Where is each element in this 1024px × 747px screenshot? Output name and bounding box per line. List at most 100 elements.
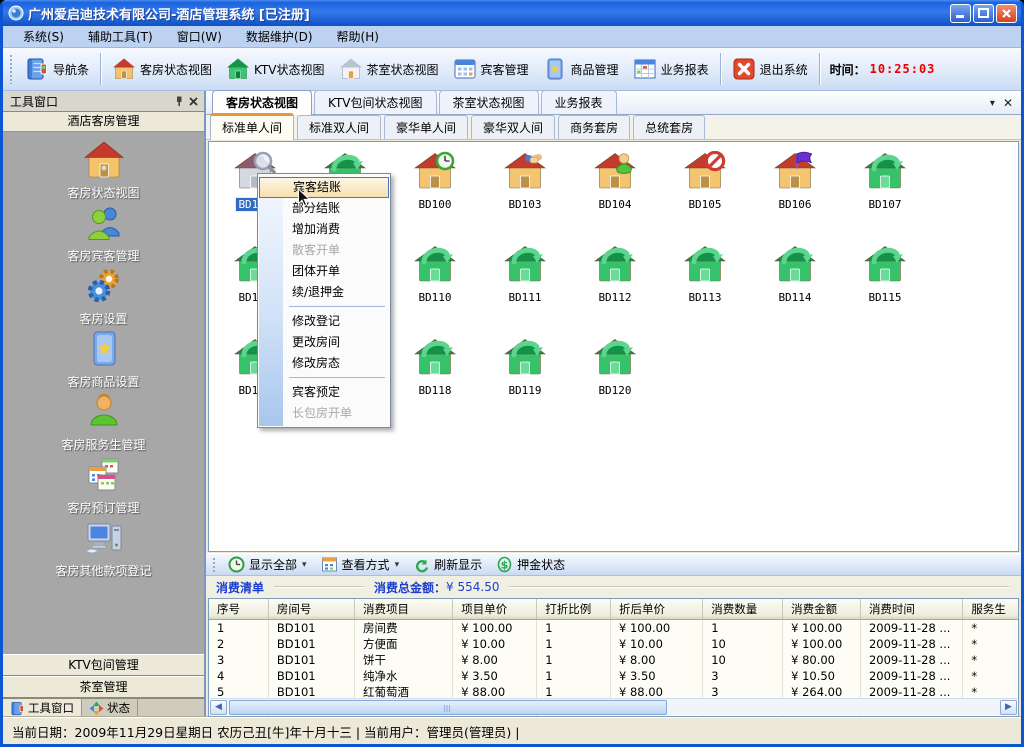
table-cell: ¥ 8.00	[611, 652, 703, 668]
view-tab-business-report[interactable]: 业务报表	[541, 90, 617, 114]
context-menu-item-partial-checkout[interactable]: 部分结账	[259, 198, 389, 219]
view-tab-ktv-room-status-view[interactable]: KTV包间状态视图	[314, 90, 436, 114]
room-bd120[interactable]: BD120	[585, 337, 645, 397]
context-menu-item-guest-checkout[interactable]: 宾客结账	[259, 177, 389, 198]
column-header[interactable]: 消费时间	[860, 599, 962, 620]
toolbar-button-guest-mgmt[interactable]: 宾客管理	[446, 54, 536, 84]
room-bd118[interactable]: BD118	[405, 337, 465, 397]
context-menu-item-modify-registration[interactable]: 修改登记	[259, 311, 389, 332]
context-menu-item-modify-room-status[interactable]: 修改房态	[259, 353, 389, 374]
room-bd113[interactable]: BD113	[675, 244, 735, 304]
toolbar-button-tea-status-view[interactable]: 茶室状态视图	[332, 54, 446, 84]
view-tab-tea-status-view[interactable]: 茶室状态视图	[439, 90, 539, 114]
sidebar-item-room-settings[interactable]: 客房设置	[3, 266, 204, 329]
maximize-button[interactable]	[973, 4, 994, 23]
context-menu-item-guest-reservation[interactable]: 宾客预定	[259, 382, 389, 403]
sidebar-tab-tool-window[interactable]: 工具窗口	[3, 699, 82, 717]
pin-icon[interactable]	[172, 94, 186, 108]
sidebar-item-room-waiter-mgmt[interactable]: 客房服务生管理	[3, 392, 204, 455]
column-header[interactable]: 折后单价	[611, 599, 703, 620]
sidebar-item-room-booking-mgmt[interactable]: 客房预订管理	[3, 455, 204, 518]
column-header[interactable]: 消费金额	[783, 599, 861, 620]
column-header[interactable]: 消费项目	[354, 599, 452, 620]
column-header[interactable]: 序号	[209, 599, 268, 620]
table-row[interactable]: 3BD101饼干¥ 8.001¥ 8.0010¥ 80.002009-11-28…	[209, 652, 1019, 668]
context-menu-item-renew-refund-deposit[interactable]: 续/退押金	[259, 282, 389, 303]
room-bd106[interactable]: BD106	[765, 151, 825, 211]
tool-window-panel: 工具窗口 酒店客房管理 客房状态视图客房宾客管理客房设置客房商品设置客房服务生管…	[3, 91, 206, 717]
sidebar-section-ktv-room-mgmt[interactable]: KTV包间管理	[3, 654, 204, 676]
sidebar-section-tea-room-mgmt[interactable]: 茶室管理	[3, 676, 204, 698]
column-header[interactable]: 房间号	[268, 599, 354, 620]
close-button[interactable]	[996, 4, 1017, 23]
room-bd103[interactable]: BD103	[495, 151, 555, 211]
sidebar-item-room-guest-mgmt[interactable]: 客房宾客管理	[3, 203, 204, 266]
context-menu-item-group-open-bill[interactable]: 团体开单	[259, 261, 389, 282]
room-bd110[interactable]: BD110	[405, 244, 465, 304]
scroll-left-arrow-icon[interactable]: ◀	[210, 700, 227, 715]
room-bd114[interactable]: BD114	[765, 244, 825, 304]
room-type-tab-business-suite[interactable]: 商务套房	[558, 115, 630, 139]
room-type-tab-presidential-suite[interactable]: 总统套房	[633, 115, 705, 139]
column-header[interactable]: 项目单价	[453, 599, 537, 620]
column-header[interactable]: 消费数量	[703, 599, 783, 620]
toolbar-grip[interactable]	[9, 54, 14, 83]
room-bd107[interactable]: BD107	[855, 151, 915, 211]
menu-window[interactable]: 窗口(W)	[165, 26, 234, 47]
room-bd112[interactable]: BD112	[585, 244, 645, 304]
minimize-button[interactable]	[950, 4, 971, 23]
list-toolbar-button-refresh-display[interactable]: 刷新显示	[406, 554, 489, 575]
sidebar-section-hotel-room-mgmt[interactable]: 酒店客房管理	[3, 112, 204, 132]
room-bd100[interactable]: BD100	[405, 151, 465, 211]
dropdown-arrow-icon[interactable]: ▾	[395, 560, 400, 570]
toolbar-button-navigator[interactable]: 导航条	[18, 54, 96, 84]
toolbar-grip[interactable]	[212, 557, 217, 572]
room-bd115[interactable]: BD115	[855, 244, 915, 304]
dropdown-arrow-icon[interactable]: ▾	[302, 560, 307, 570]
room-type-tab-deluxe-double[interactable]: 豪华双人间	[471, 115, 555, 139]
table-row[interactable]: 4BD101纯净水¥ 3.501¥ 3.503¥ 10.502009-11-28…	[209, 668, 1019, 684]
list-toolbar-button-view-mode[interactable]: 查看方式▾	[314, 554, 407, 575]
room-status-handshake-icon	[504, 151, 546, 193]
context-menu-separator	[259, 303, 389, 311]
scrollbar-thumb[interactable]	[229, 700, 667, 715]
sidebar-tab-status[interactable]: 状态	[82, 699, 138, 717]
menu-system[interactable]: 系统(S)	[11, 26, 76, 47]
room-label: BD105	[686, 198, 723, 211]
context-menu-item-change-room[interactable]: 更改房间	[259, 332, 389, 353]
sidebar-item-room-status-view[interactable]: 客房状态视图	[3, 140, 204, 203]
room-bd105[interactable]: BD105	[675, 151, 735, 211]
toolbar-button-business-report[interactable]: 业务报表	[626, 54, 716, 84]
menu-aux-tools[interactable]: 辅助工具(T)	[76, 26, 165, 47]
view-tab-room-status-view[interactable]: 客房状态视图	[212, 90, 312, 115]
menu-help[interactable]: 帮助(H)	[325, 26, 391, 47]
list-toolbar-button-show-all[interactable]: 显示全部▾	[221, 554, 314, 575]
sidebar-item-room-other-payments[interactable]: 客房其他款项登记	[3, 518, 204, 581]
column-header[interactable]: 打折比例	[537, 599, 611, 620]
toolbar-button-room-status-view[interactable]: 客房状态视图	[105, 54, 219, 84]
room-type-tab-standard-single[interactable]: 标准单人间	[210, 113, 294, 140]
room-bd111[interactable]: BD111	[495, 244, 555, 304]
toolbar-button-ktv-status-view[interactable]: KTV状态视图	[219, 54, 331, 84]
column-header[interactable]: 服务生	[963, 599, 1019, 620]
horizontal-scrollbar[interactable]: ◀ ▶	[210, 698, 1017, 715]
table-row[interactable]: 2BD101方便面¥ 10.001¥ 10.0010¥ 100.002009-1…	[209, 636, 1019, 652]
room-status-vacant-icon	[594, 337, 636, 379]
sidebar-item-room-goods-settings[interactable]: 客房商品设置	[3, 329, 204, 392]
toolbar-button-exit-system[interactable]: 退出系统	[725, 54, 815, 84]
room-bd104[interactable]: BD104	[585, 151, 645, 211]
room-type-tab-deluxe-single[interactable]: 豪华单人间	[384, 115, 468, 139]
room-type-tab-standard-double[interactable]: 标准双人间	[297, 115, 381, 139]
context-menu-item-add-consumption[interactable]: 增加消费	[259, 219, 389, 240]
menu-data-maintenance[interactable]: 数据维护(D)	[234, 26, 325, 47]
close-panel-icon[interactable]	[186, 94, 200, 108]
scroll-right-arrow-icon[interactable]: ▶	[1000, 700, 1017, 715]
room-bd119[interactable]: BD119	[495, 337, 555, 397]
context-menu-item-walkin-open-bill[interactable]: 散客开单	[259, 240, 389, 261]
tab-list-dropdown-icon[interactable]: ▾	[990, 98, 995, 109]
list-toolbar-button-deposit-status[interactable]: $押金状态	[489, 554, 572, 575]
context-menu-item-long-term-open-bill[interactable]: 长包房开单	[259, 403, 389, 424]
toolbar-button-goods-mgmt[interactable]: 商品管理	[536, 54, 626, 84]
tab-close-icon[interactable]: ✕	[1003, 96, 1013, 110]
table-row[interactable]: 1BD101房间费¥ 100.001¥ 100.001¥ 100.002009-…	[209, 620, 1019, 637]
